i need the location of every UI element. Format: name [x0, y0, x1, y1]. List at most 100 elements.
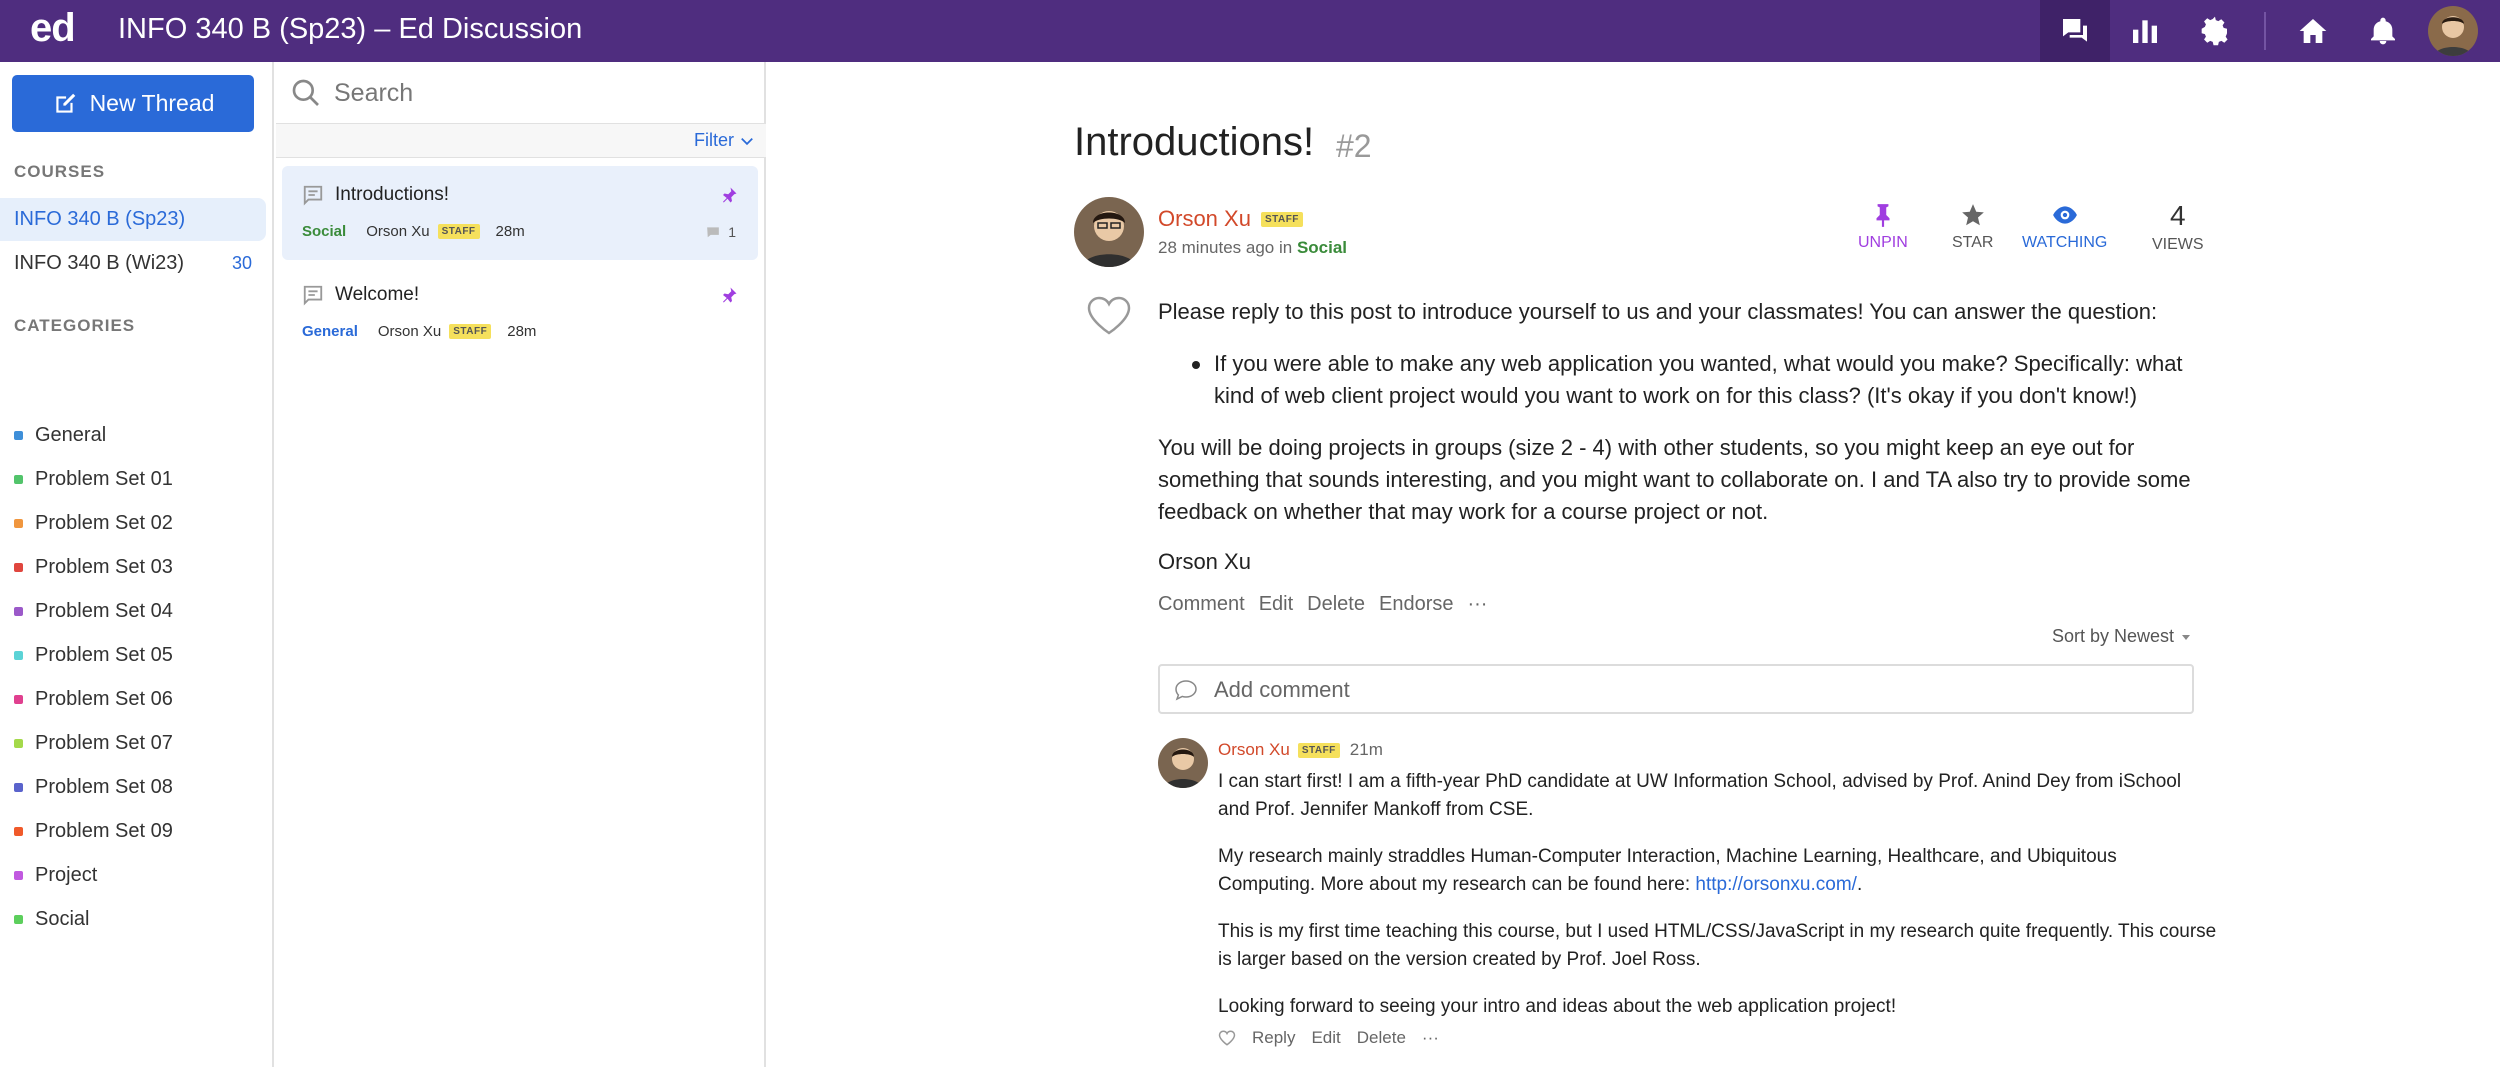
category-label: Problem Set 06 — [35, 687, 173, 710]
reply-link[interactable]: Reply — [1252, 1028, 1295, 1048]
delete-link[interactable]: Delete — [1357, 1028, 1406, 1048]
staff-badge: STAFF — [1297, 742, 1340, 758]
category-label: Problem Set 05 — [35, 643, 173, 666]
category-item-problem-set-01[interactable]: Problem Set 01 — [14, 464, 173, 494]
thread-item-introductions[interactable]: Introductions! Social Orson Xu STAFF 28m… — [282, 166, 758, 260]
watching-button[interactable]: WATCHING — [2022, 202, 2107, 252]
search-input[interactable] — [334, 74, 754, 112]
eye-icon — [2052, 206, 2077, 224]
thread-meta: General Orson Xu STAFF 28m — [302, 323, 536, 340]
edit-link[interactable]: Edit — [1311, 1028, 1340, 1048]
category-color-dot — [14, 870, 23, 880]
category-item-problem-set-09[interactable]: Problem Set 09 — [14, 816, 173, 846]
heart-icon[interactable] — [1086, 296, 1132, 336]
post-category[interactable]: Social — [1297, 238, 1347, 257]
category-color-dot — [14, 694, 23, 704]
category-color-dot — [14, 738, 23, 748]
edit-link[interactable]: Edit — [1259, 593, 1293, 616]
category-color-dot — [14, 914, 23, 924]
comment-paragraph-2: My research mainly straddles Human-Compu… — [1218, 846, 2117, 895]
category-item-problem-set-04[interactable]: Problem Set 04 — [14, 596, 173, 626]
category-item-problem-set-06[interactable]: Problem Set 06 — [14, 684, 173, 714]
staff-badge: STAFF — [1260, 211, 1303, 227]
category-label: Social — [35, 907, 90, 930]
course-item-wi23[interactable]: INFO 340 B (Wi23) 30 — [0, 242, 266, 285]
category-item-general[interactable]: General — [14, 420, 106, 450]
category-item-social[interactable]: Social — [14, 904, 89, 934]
filter-dropdown[interactable]: Filter — [694, 130, 754, 151]
category-label: Problem Set 08 — [35, 775, 173, 798]
course-item-sp23[interactable]: INFO 340 B (Sp23) — [0, 198, 266, 241]
category-item-problem-set-05[interactable]: Problem Set 05 — [14, 640, 173, 670]
unpin-button[interactable]: UNPIN — [1858, 202, 1908, 252]
comment-header: Orson Xu STAFF 21m — [1218, 740, 1383, 760]
settings-icon[interactable] — [2180, 0, 2250, 62]
thread-list: Filter Introductions! Social Orson Xu ST… — [276, 62, 766, 1067]
category-item-problem-set-08[interactable]: Problem Set 08 — [14, 772, 173, 802]
category-label: Problem Set 02 — [35, 511, 173, 534]
research-link[interactable]: http://orsonxu.com/ — [1695, 874, 1857, 895]
thread-time: 28m — [507, 323, 537, 340]
category-item-problem-set-03[interactable]: Problem Set 03 — [14, 552, 173, 582]
ed-logo[interactable]: ed — [30, 6, 76, 51]
filter-bar: Filter — [276, 124, 766, 158]
discussion-icon[interactable] — [2040, 0, 2110, 62]
pin-icon — [723, 287, 737, 303]
post-intro: Please reply to this post to introduce y… — [1158, 299, 2158, 324]
chevron-down-icon — [741, 137, 753, 145]
compose-icon — [55, 93, 75, 113]
category-color-dot — [14, 650, 23, 660]
comment-link[interactable]: Comment — [1158, 593, 1245, 616]
category-item-problem-set-02[interactable]: Problem Set 02 — [14, 508, 173, 538]
thread-category: Social — [302, 223, 347, 240]
comment-paragraph-1: I can start first! I am a fifth-year PhD… — [1218, 771, 2182, 820]
filter-label: Filter — [694, 130, 734, 150]
thread-item-welcome[interactable]: Welcome! General Orson Xu STAFF 28m — [282, 266, 758, 360]
pin-icon — [1876, 204, 1890, 227]
categories-heading: CATEGORIES — [14, 316, 136, 335]
more-options-button[interactable]: ··· — [1422, 1028, 1439, 1048]
analytics-icon[interactable] — [2110, 0, 2180, 62]
more-options-button[interactable]: ··· — [1467, 593, 1487, 616]
category-item-problem-set-07[interactable]: Problem Set 07 — [14, 728, 173, 758]
star-icon — [1961, 204, 1984, 226]
comment-author[interactable]: Orson Xu — [1218, 740, 1290, 760]
toolbar-divider — [2264, 12, 2266, 50]
post-author-line: Orson Xu STAFF — [1158, 206, 1303, 232]
pin-icon — [723, 187, 737, 203]
comment-avatar[interactable] — [1158, 738, 1208, 788]
category-color-dot — [14, 782, 23, 792]
sort-dropdown[interactable]: Sort by Newest — [2052, 626, 2192, 647]
category-color-dot — [14, 518, 23, 528]
author-avatar[interactable] — [1074, 197, 1144, 267]
category-item-project[interactable]: Project — [14, 860, 97, 890]
heart-icon[interactable] — [1218, 1029, 1236, 1047]
staff-badge: STAFF — [437, 224, 480, 239]
unread-count: 30 — [231, 253, 252, 273]
category-label: Problem Set 03 — [35, 555, 173, 578]
new-thread-button[interactable]: New Thread — [12, 75, 254, 132]
comment-paragraph-3: This is my first time teaching this cour… — [1218, 921, 2217, 970]
comment-input[interactable] — [1214, 674, 2174, 706]
category-color-dot — [14, 474, 23, 484]
thread-icon — [303, 285, 323, 306]
category-color-dot — [14, 606, 23, 616]
thread-category: General — [302, 323, 358, 340]
category-color-dot — [14, 826, 23, 836]
category-label: Problem Set 07 — [35, 731, 173, 754]
thread-title: Introductions! — [335, 184, 450, 205]
thread-time: 28m — [495, 223, 525, 240]
post-author[interactable]: Orson Xu — [1158, 206, 1251, 232]
star-button[interactable]: STAR — [1952, 202, 1993, 252]
comment-paragraph-4: Looking forward to seeing your intro and… — [1218, 996, 1897, 1017]
courses-heading: COURSES — [14, 162, 106, 181]
top-bar: ed INFO 340 B (Sp23) – Ed Discussion — [0, 0, 2500, 62]
home-icon[interactable] — [2278, 0, 2348, 62]
user-avatar[interactable] — [2428, 6, 2478, 56]
delete-link[interactable]: Delete — [1307, 593, 1365, 616]
post-paragraph: You will be doing projects in groups (si… — [1158, 435, 2191, 524]
post-actions: Comment Edit Delete Endorse ··· — [1158, 593, 1487, 616]
endorse-link[interactable]: Endorse — [1379, 593, 1454, 616]
notifications-icon[interactable] — [2348, 0, 2418, 62]
category-color-dot — [14, 562, 23, 572]
